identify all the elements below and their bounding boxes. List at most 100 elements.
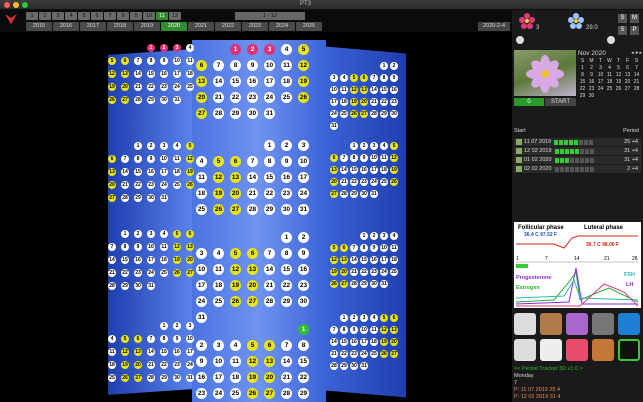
mini-calendar-day[interactable]: 24 bbox=[596, 86, 605, 92]
calendar-day[interactable]: 4 bbox=[281, 44, 292, 55]
calendar-day[interactable]: 16 bbox=[173, 348, 181, 356]
calendar-day[interactable]: 16 bbox=[350, 338, 358, 346]
mini-calendar-day[interactable]: 30 bbox=[587, 93, 596, 99]
mini-calendar-day[interactable]: 15 bbox=[578, 79, 587, 85]
calendar-day[interactable]: 10 bbox=[360, 326, 368, 334]
calendar-day[interactable]: 31 bbox=[186, 374, 194, 382]
info-icon[interactable] bbox=[618, 313, 640, 335]
calendar-day[interactable]: 13 bbox=[340, 256, 348, 264]
calendar-day[interactable]: 31 bbox=[264, 108, 275, 119]
mini-calendar-day[interactable]: 6 bbox=[623, 65, 632, 71]
calendar-day[interactable]: 8 bbox=[298, 340, 309, 351]
calendar-day[interactable]: 18 bbox=[213, 280, 224, 291]
calendar-day[interactable]: 5 bbox=[108, 57, 116, 65]
m-button[interactable]: M bbox=[630, 14, 639, 23]
calendar-day[interactable]: 1 bbox=[121, 230, 129, 238]
calendar-day[interactable]: 16 bbox=[360, 166, 368, 174]
mini-calendar-day[interactable]: 3 bbox=[596, 65, 605, 71]
calendar-day[interactable]: 1 bbox=[298, 324, 309, 335]
mini-calendar-day[interactable]: 21 bbox=[632, 79, 641, 85]
calendar-day[interactable]: 8 bbox=[230, 60, 241, 71]
month-button-10[interactable]: 10 bbox=[143, 12, 155, 20]
calendar-day[interactable]: 7 bbox=[247, 156, 258, 167]
calendar-day[interactable]: 15 bbox=[264, 172, 275, 183]
calendar-day[interactable]: 24 bbox=[360, 350, 368, 358]
calendar-day[interactable]: 28 bbox=[370, 110, 378, 118]
calendar-day[interactable]: 11 bbox=[340, 86, 348, 94]
calendar-day[interactable]: 20 bbox=[134, 361, 142, 369]
calendar-day[interactable]: 7 bbox=[121, 155, 129, 163]
calendar-day[interactable]: 12 bbox=[186, 155, 194, 163]
calendar-day[interactable]: 26 bbox=[350, 110, 358, 118]
calendar-day[interactable]: 24 bbox=[264, 92, 275, 103]
period-row[interactable]: 02 02 2020 2 +4 bbox=[514, 165, 641, 173]
calendar-day[interactable]: 27 bbox=[390, 350, 398, 358]
calendar-day[interactable]: 12 bbox=[108, 70, 116, 78]
calendar-day[interactable]: 5 bbox=[213, 156, 224, 167]
mini-calendar-day[interactable]: 5 bbox=[614, 65, 623, 71]
calendar-day[interactable]: 18 bbox=[370, 338, 378, 346]
calendar-day[interactable]: 22 bbox=[147, 83, 155, 91]
calendar-day[interactable]: 21 bbox=[147, 361, 155, 369]
month-button-6[interactable]: 6 bbox=[91, 12, 103, 20]
calendar-day[interactable]: 5 bbox=[247, 340, 258, 351]
calendar-day[interactable]: 30 bbox=[281, 204, 292, 215]
calendar-day[interactable]: 7 bbox=[213, 60, 224, 71]
mini-calendar-day[interactable]: 17 bbox=[596, 79, 605, 85]
calendar-day[interactable]: 20 bbox=[264, 372, 275, 383]
calendar-day[interactable]: 18 bbox=[281, 76, 292, 87]
calendar-day[interactable]: 1 bbox=[281, 232, 292, 243]
calendar-day[interactable]: 21 bbox=[108, 269, 116, 277]
calendar-day[interactable]: 14 bbox=[350, 256, 358, 264]
month-button-1[interactable]: 1 bbox=[26, 12, 38, 20]
calendar-day[interactable]: 24 bbox=[196, 296, 207, 307]
calendar-day[interactable]: 7 bbox=[350, 244, 358, 252]
mini-calendar-day[interactable]: 29 bbox=[578, 93, 587, 99]
calendar-day[interactable]: 12 bbox=[380, 326, 388, 334]
calendar-day[interactable]: 14 bbox=[134, 70, 142, 78]
calendar-day[interactable]: 22 bbox=[134, 181, 142, 189]
mini-calendar-day[interactable]: 26 bbox=[614, 86, 623, 92]
calendar-day[interactable]: 28 bbox=[134, 96, 142, 104]
calendar-day[interactable]: 6 bbox=[230, 156, 241, 167]
calendar-day[interactable]: 17 bbox=[160, 168, 168, 176]
calendar-day[interactable]: 16 bbox=[247, 76, 258, 87]
calendar-day[interactable]: 29 bbox=[281, 296, 292, 307]
calendar-day[interactable]: 7 bbox=[340, 154, 348, 162]
calendar-day[interactable]: 21 bbox=[370, 98, 378, 106]
mini-calendar-day[interactable]: 23 bbox=[587, 86, 596, 92]
calendar-day[interactable]: 5 bbox=[298, 44, 309, 55]
hands-icon[interactable] bbox=[592, 339, 614, 361]
calendar-day[interactable]: 14 bbox=[108, 256, 116, 264]
calendar-day[interactable]: 18 bbox=[196, 188, 207, 199]
calendar-day[interactable]: 9 bbox=[350, 326, 358, 334]
calendar-day[interactable]: 31 bbox=[370, 190, 378, 198]
calendar-day[interactable]: 1 bbox=[134, 142, 142, 150]
slider-knob-left[interactable] bbox=[516, 36, 524, 44]
calendar-day[interactable]: 5 bbox=[350, 74, 358, 82]
calendar-day[interactable]: 22 bbox=[281, 280, 292, 291]
calendar-day[interactable]: 16 bbox=[134, 256, 142, 264]
month-button-3[interactable]: 3 bbox=[52, 12, 64, 20]
calendar-day[interactable]: 24 bbox=[160, 181, 168, 189]
calendar-day[interactable]: 28 bbox=[213, 108, 224, 119]
dna-icon[interactable] bbox=[566, 313, 588, 335]
calendar-day[interactable]: 15 bbox=[360, 256, 368, 264]
mini-calendar-day[interactable]: 28 bbox=[632, 86, 641, 92]
calendar-day[interactable]: 3 bbox=[173, 44, 181, 52]
calendar-day[interactable]: 27 bbox=[121, 96, 129, 104]
calendar-day[interactable]: 13 bbox=[247, 264, 258, 275]
calendar-day[interactable]: 15 bbox=[298, 356, 309, 367]
calendar-day[interactable]: 27 bbox=[360, 110, 368, 118]
calendar-day[interactable]: 4 bbox=[186, 44, 194, 52]
calendar-day[interactable]: 3 bbox=[213, 340, 224, 351]
calendar-day[interactable]: 3 bbox=[298, 140, 309, 151]
calendar-day[interactable]: 19 bbox=[380, 338, 388, 346]
calendar-day[interactable]: 12 bbox=[350, 86, 358, 94]
mini-calendar-day[interactable]: 22 bbox=[578, 86, 587, 92]
calendar-day[interactable]: 16 bbox=[298, 264, 309, 275]
calendar-day[interactable]: 2 bbox=[247, 44, 258, 55]
calendar-day[interactable]: 20 bbox=[121, 83, 129, 91]
calendar-day[interactable]: 11 bbox=[390, 244, 398, 252]
calendar-day[interactable]: 1 bbox=[230, 44, 241, 55]
